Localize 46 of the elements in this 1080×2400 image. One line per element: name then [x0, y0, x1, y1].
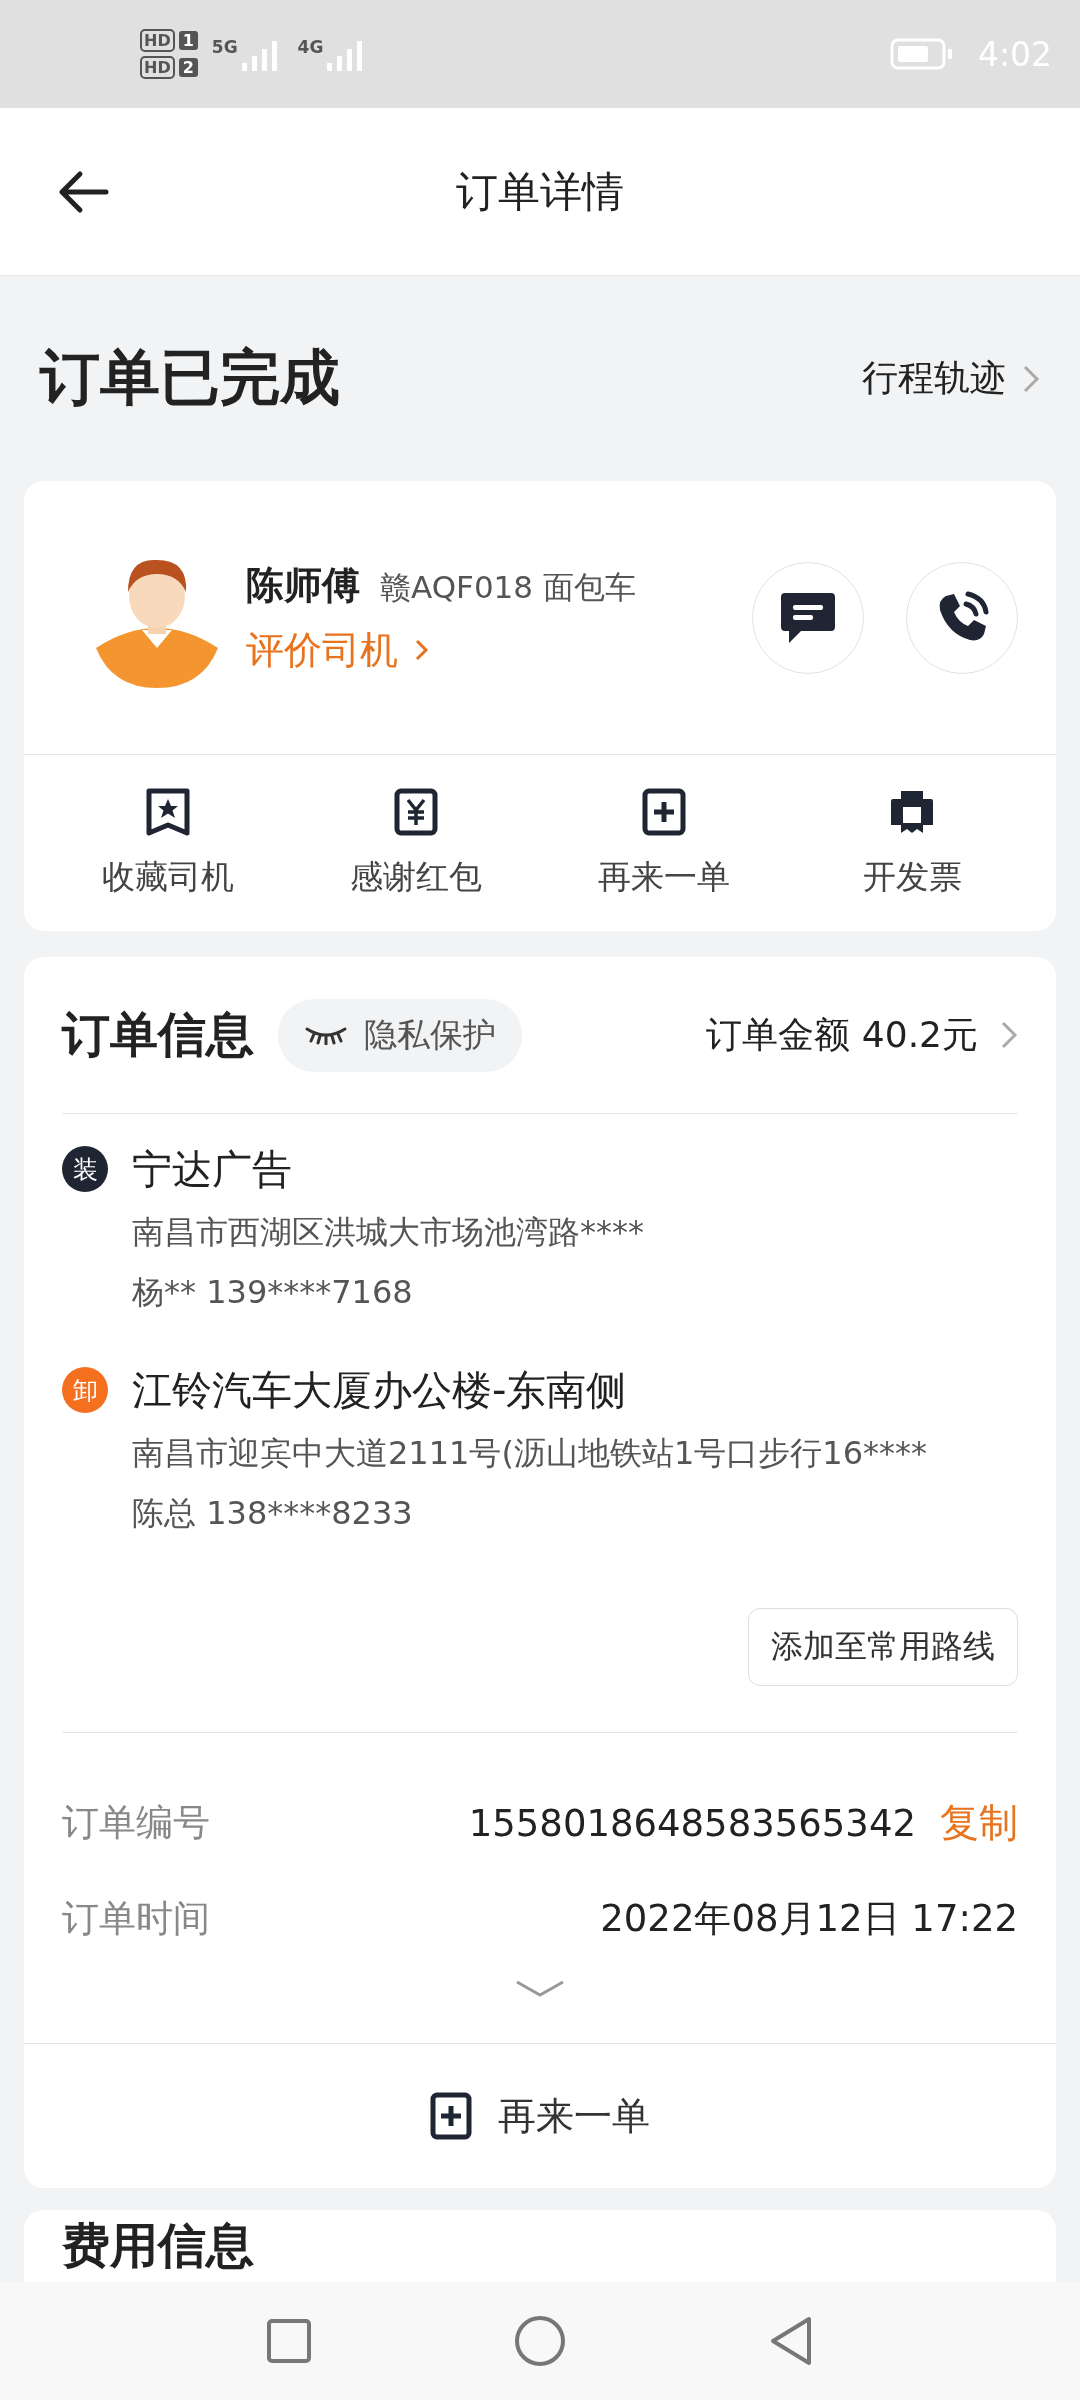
vehicle-info: 赣AQF018 面包车 — [380, 567, 636, 607]
order-amount-link[interactable]: 订单金额 40.2元 — [706, 1010, 1018, 1060]
field-label: 订单编号 — [62, 1800, 211, 1846]
field-value: 1558018648583565342 — [468, 1801, 916, 1845]
plus-icon — [641, 786, 687, 837]
add-route-button[interactable]: 添加至常用路线 — [748, 1608, 1018, 1686]
stop-address: 南昌市迎宾中大道2111号(沥山地铁站1号口步行16**** — [132, 1433, 927, 1474]
bookmark-star-icon — [145, 786, 191, 837]
back-icon[interactable] — [58, 170, 110, 214]
recents-icon[interactable] — [265, 2317, 313, 2365]
yen-icon — [393, 786, 439, 837]
chat-bubble-icon — [779, 590, 837, 645]
network-label: 4G — [297, 37, 324, 57]
stop-name: 江铃汽车大厦办公楼-东南侧 — [132, 1366, 628, 1415]
stop-contact: 杨** 139****7168 — [132, 1272, 414, 1313]
closed-eye-icon — [304, 1025, 348, 1045]
quick-action[interactable]: 开发票 — [788, 755, 1036, 931]
quick-action[interactable]: 感谢红包 — [292, 755, 540, 931]
battery-icon — [889, 37, 954, 71]
sim-label: HD — [140, 29, 175, 52]
stop-contact: 陈总 138****8233 — [132, 1493, 414, 1534]
driver-name: 陈师傅 — [246, 561, 360, 609]
home-icon[interactable] — [513, 2314, 567, 2368]
trip-track-link[interactable]: 行程轨迹 — [862, 354, 1040, 403]
reorder-button[interactable]: 再来一单 — [420, 2080, 660, 2152]
sim-slot: 1 — [178, 31, 198, 50]
page-title: 订单详情 — [456, 165, 624, 218]
stop-name: 宁达广告 — [132, 1145, 293, 1194]
field-label: 订单时间 — [62, 1896, 211, 1942]
unload-badge: 卸 — [62, 1367, 108, 1413]
quick-action[interactable]: 收藏司机 — [44, 755, 292, 931]
sim-slot: 2 — [178, 58, 198, 77]
sim-label: HD — [140, 56, 175, 79]
section-title: 费用信息 — [62, 2216, 255, 2275]
chevron-right-icon — [1022, 363, 1040, 394]
privacy-toggle[interactable]: 隐私保护 — [278, 998, 522, 1072]
chevron-right-icon — [1000, 1020, 1018, 1050]
expand-chevron-icon[interactable] — [514, 1979, 566, 1999]
load-badge: 装 — [62, 1146, 108, 1192]
network-label: 5G — [211, 37, 238, 57]
section-title: 订单信息 — [62, 1005, 254, 1064]
stop-address: 南昌市西湖区洪城大市场池湾路**** — [132, 1212, 644, 1253]
quick-action[interactable]: 再来一单 — [540, 755, 788, 931]
order-status: 订单已完成 — [40, 341, 340, 414]
field-value: 2022年08月12日 17:22 — [600, 1896, 1018, 1942]
plus-icon — [430, 2092, 472, 2140]
